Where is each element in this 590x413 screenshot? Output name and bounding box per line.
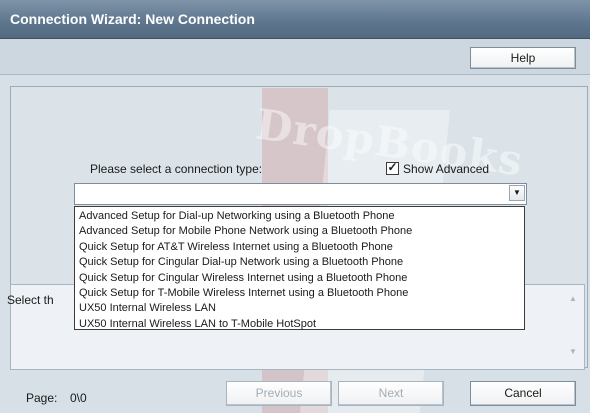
connection-type-label: Please select a connection type: <box>90 162 263 176</box>
next-button[interactable]: Next <box>338 381 444 406</box>
page-indicator: 0\0 <box>70 391 87 405</box>
dropdown-option[interactable]: Quick Setup for T-Mobile Wireless Intern… <box>75 286 524 301</box>
dropdown-option[interactable]: Quick Setup for Cingular Dial-up Network… <box>75 255 524 270</box>
cancel-button[interactable]: Cancel <box>470 381 576 406</box>
dropdown-option[interactable]: Advanced Setup for Mobile Phone Network … <box>75 224 524 239</box>
title-bar: Connection Wizard: New Connection <box>0 0 590 39</box>
checkmark-icon: ✓ <box>387 160 398 174</box>
dropdown-option[interactable]: Quick Setup for AT&T Wireless Internet u… <box>75 240 524 255</box>
dropdown-arrow-icon[interactable]: ▼ <box>509 185 525 201</box>
show-advanced-label[interactable]: Show Advanced <box>403 162 489 176</box>
show-advanced-checkbox[interactable]: ✓ <box>386 160 399 175</box>
dropdown-option[interactable]: UX50 Internal Wireless LAN <box>75 301 524 316</box>
dropdown-option[interactable]: Quick Setup for Cingular Wireless Intern… <box>75 271 524 286</box>
toolbar-separator <box>0 74 590 75</box>
previous-button[interactable]: Previous <box>226 381 332 406</box>
page-label: Page: <box>26 391 58 405</box>
connection-type-dropdown-list[interactable]: Advanced Setup for Dial-up Networking us… <box>74 206 525 330</box>
connection-type-select[interactable]: ▼ <box>74 183 527 205</box>
scroll-down-icon[interactable]: ▼ <box>566 345 580 359</box>
dropdown-option[interactable]: Advanced Setup for Dial-up Networking us… <box>75 209 524 224</box>
description-label: Select th <box>7 293 54 307</box>
help-button[interactable]: Help <box>470 47 576 69</box>
dropdown-option[interactable]: UX50 Internal Wireless LAN to T-Mobile H… <box>75 317 524 332</box>
window-title: Connection Wizard: New Connection <box>10 11 255 27</box>
scroll-up-icon[interactable]: ▲ <box>566 292 580 306</box>
